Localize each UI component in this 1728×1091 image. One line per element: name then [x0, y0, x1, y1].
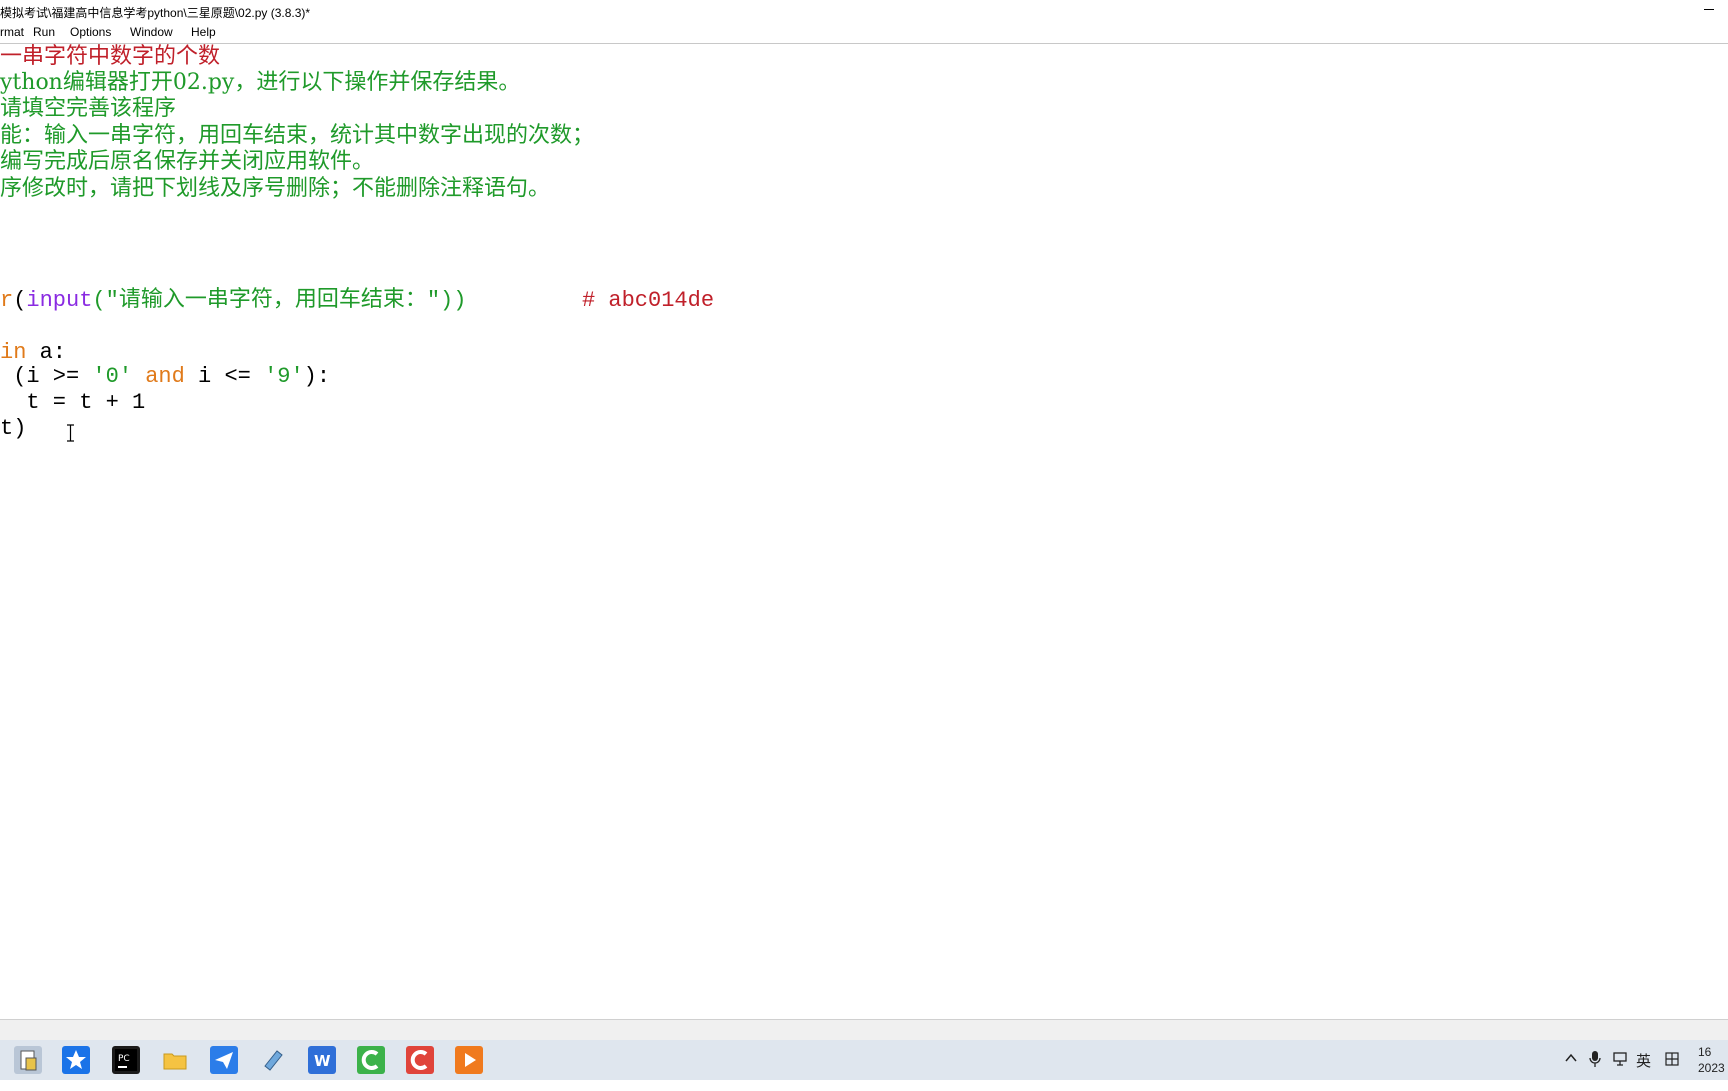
- clock-time: 16: [1698, 1045, 1712, 1059]
- inline-comment: # abc014de: [582, 288, 715, 313]
- taskbar: PC W 英 16 2023: [0, 1040, 1728, 1080]
- comment-line-6: 序修改时，请把下划线及序号删除；不能删除注释语句。: [0, 176, 551, 201]
- code-line-for: in a:: [0, 340, 66, 366]
- comment-line-3: 请填空完善该程序: [0, 96, 177, 121]
- svg-text:W: W: [314, 1052, 331, 1070]
- pycharm-logo-icon: PC: [115, 1049, 137, 1071]
- text-cursor-icon: [67, 424, 74, 442]
- string-literal: ("请输入一串字符，用回车结束：")): [92, 288, 467, 313]
- clock[interactable]: 16 2023: [1698, 1044, 1725, 1076]
- document-icon: [20, 1050, 37, 1071]
- chevron-up-icon: [1565, 1053, 1577, 1062]
- title-bar: 模拟考试\福建高中信息学考python\三星原题\02.py (3.8.3)*: [0, 0, 1728, 22]
- w-letter-icon: W: [314, 1052, 331, 1070]
- camtasia-red-icon[interactable]: [406, 1046, 434, 1074]
- code-token: r: [0, 288, 14, 313]
- menu-run[interactable]: Run: [33, 25, 55, 39]
- string-literal: '9': [264, 364, 304, 389]
- microphone-icon[interactable]: [1588, 1050, 1602, 1090]
- code-line-print: t): [0, 416, 27, 441]
- code-token: i <=: [184, 364, 265, 389]
- play-icon: [465, 1053, 476, 1067]
- ime-indicator[interactable]: 英: [1636, 1050, 1651, 1090]
- star-icon: [66, 1050, 86, 1069]
- feishu-icon[interactable]: [210, 1046, 238, 1074]
- menu-bar: rmat Run Options Window Help: [0, 22, 1728, 44]
- menu-window[interactable]: Window: [130, 25, 173, 39]
- file-explorer-window-icon[interactable]: [14, 1046, 42, 1074]
- tray-expand-icon[interactable]: [1564, 1051, 1578, 1091]
- wps-writer-icon[interactable]: W: [308, 1046, 336, 1074]
- status-bar: [0, 1019, 1728, 1041]
- minimize-icon: [1704, 9, 1714, 10]
- code-token: (i >=: [0, 364, 93, 389]
- notepad-icon[interactable]: [259, 1046, 287, 1074]
- code-line-input: r(input("请输入一串字符，用回车结束：")): [0, 288, 466, 314]
- code-line-increment: t = t + 1: [0, 390, 146, 415]
- code-token: a:: [26, 340, 67, 365]
- keyword-in: in: [0, 340, 27, 365]
- ime-mode-icon[interactable]: [1664, 1051, 1680, 1091]
- notebook-icon: [264, 1050, 283, 1071]
- menu-help[interactable]: Help: [191, 25, 216, 39]
- c-red-icon: [410, 1050, 428, 1070]
- code-line-if: (i >= '0' and i <= '9'):: [0, 364, 330, 390]
- code-token: (: [13, 288, 27, 313]
- code-token: ):: [303, 364, 331, 389]
- folder-icon[interactable]: [161, 1046, 189, 1074]
- keyword-and: and: [145, 364, 185, 389]
- pycharm-icon[interactable]: PC: [112, 1046, 140, 1074]
- mic-shape-icon: [1589, 1051, 1601, 1067]
- paper-plane-icon: [215, 1052, 233, 1069]
- svg-text:PC: PC: [118, 1054, 130, 1064]
- minimize-button[interactable]: [1690, 0, 1728, 22]
- builtin-input: input: [26, 288, 93, 313]
- star-app-icon[interactable]: [62, 1046, 90, 1074]
- string-literal: '0': [92, 364, 133, 389]
- window-title: 模拟考试\福建高中信息学考python\三星原题\02.py (3.8.3)*: [0, 6, 311, 20]
- monitor-network-icon: [1613, 1052, 1627, 1066]
- network-icon[interactable]: [1612, 1051, 1630, 1091]
- media-player-icon[interactable]: [455, 1046, 483, 1074]
- menu-options[interactable]: Options: [70, 25, 111, 39]
- clock-date: 2023: [1698, 1061, 1725, 1075]
- comment-line-2: ython编辑器打开02.py，进行以下操作并保存结果。: [0, 70, 521, 95]
- grid-icon: [1665, 1052, 1679, 1066]
- comment-line-5: 编写完成后原名保存并关闭应用软件。: [0, 149, 375, 174]
- idle-editor-window: 模拟考试\福建高中信息学考python\三星原题\02.py (3.8.3)* …: [0, 0, 1728, 1041]
- code-editor[interactable]: 一串字符中数字的个数 ython编辑器打开02.py，进行以下操作并保存结果。 …: [0, 44, 1728, 1019]
- comment-line-4: 能：输入一串字符，用回车结束，统计其中数字出现的次数；: [0, 123, 595, 148]
- c-green-icon: [361, 1050, 379, 1070]
- folder-shape-icon: [163, 1053, 187, 1070]
- menu-format[interactable]: rmat: [0, 25, 24, 39]
- camtasia-green-icon[interactable]: [357, 1046, 385, 1074]
- comment-line-1: 一串字符中数字的个数: [0, 44, 221, 69]
